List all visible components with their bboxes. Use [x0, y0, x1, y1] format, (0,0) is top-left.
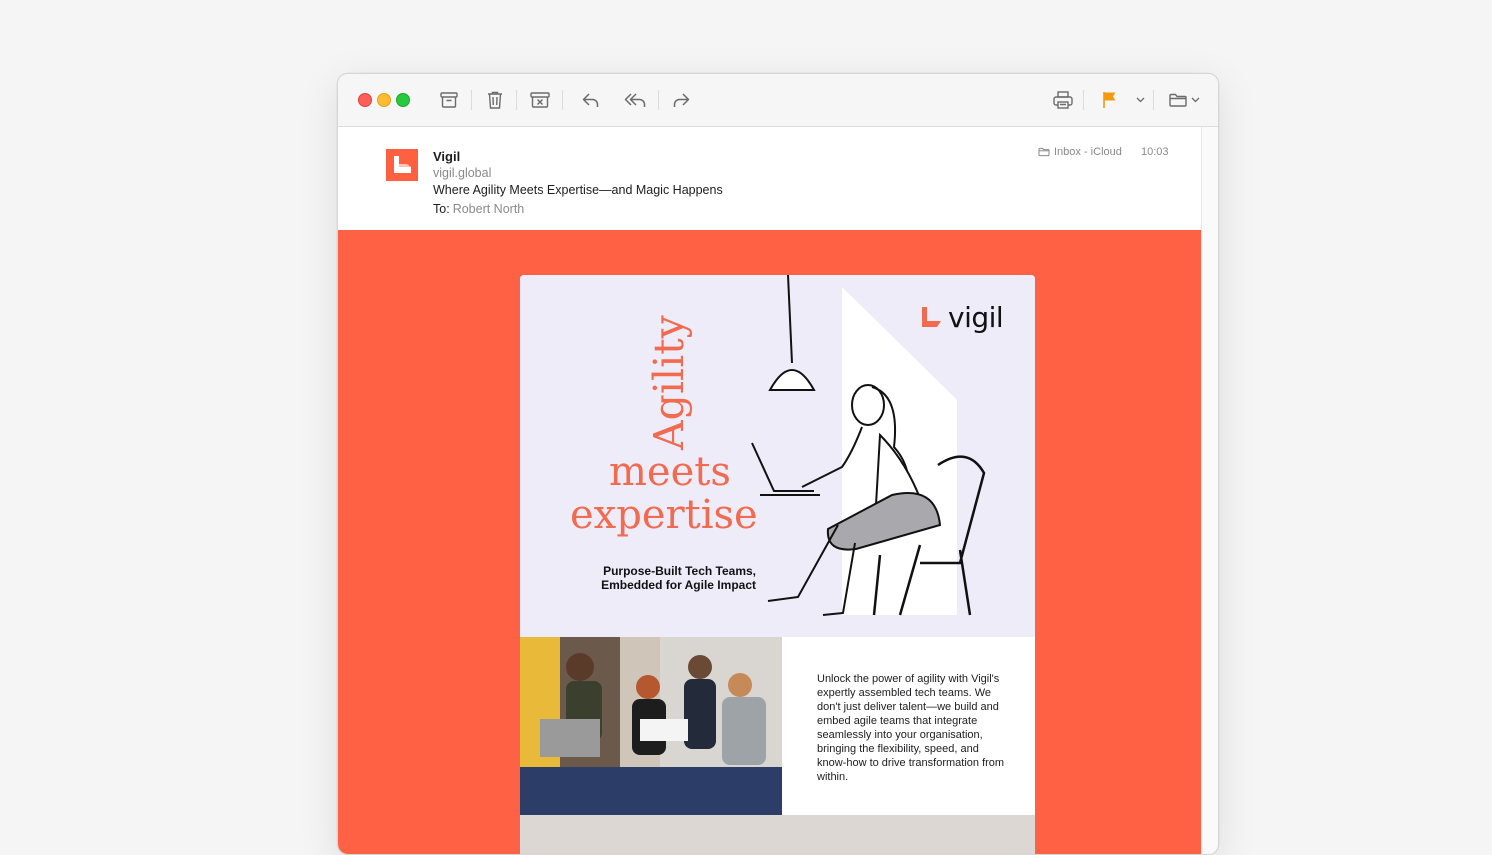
hero-banner: Agility meets expertise Purpose-Built Te… — [520, 275, 1035, 637]
vigil-mark-icon — [918, 305, 944, 331]
mailbox-location[interactable]: Inbox - iCloud — [1038, 146, 1122, 158]
archive-box-icon — [439, 91, 459, 109]
move-to-folder-button[interactable] — [1166, 87, 1202, 113]
team-photo — [520, 637, 782, 815]
headline-meets: meets — [609, 449, 731, 495]
chevron-down-icon — [1191, 97, 1200, 103]
team-meeting-photo — [520, 637, 782, 815]
tagline-line-2: Embedded for Agile Impact — [560, 578, 756, 592]
archive-button[interactable] — [436, 87, 462, 113]
next-section-strip — [520, 815, 1035, 855]
chevron-down-icon — [1136, 97, 1145, 103]
tagline-line-1: Purpose-Built Tech Teams, — [560, 564, 756, 578]
scrollbar[interactable] — [1201, 127, 1219, 855]
reply-all-arrow-icon — [623, 91, 649, 109]
forward-arrow-icon — [671, 91, 691, 109]
message-body: Agility meets expertise Purpose-Built Te… — [338, 230, 1201, 855]
sender-avatar — [386, 149, 418, 181]
mailbox-name: Inbox - iCloud — [1054, 146, 1122, 158]
zoom-window-button[interactable] — [396, 93, 410, 107]
newsletter-card: Agility meets expertise Purpose-Built Te… — [520, 275, 1035, 855]
reply-button[interactable] — [578, 87, 604, 113]
flag-menu-button[interactable] — [1134, 87, 1146, 113]
vigil-logo-icon — [386, 149, 418, 181]
junk-box-icon — [529, 91, 551, 109]
headline-expertise: expertise — [570, 492, 758, 538]
headline-agility: Agility — [645, 315, 693, 450]
junk-button[interactable] — [527, 87, 553, 113]
folder-icon — [1168, 92, 1188, 108]
reply-all-button[interactable] — [621, 87, 651, 113]
tagline: Purpose-Built Tech Teams, Embedded for A… — [560, 564, 756, 592]
trash-icon — [486, 90, 504, 110]
newsletter-description: Unlock the power of agility with Vigil's… — [817, 672, 1009, 784]
folder-icon — [1038, 147, 1050, 157]
recipient-name[interactable]: Robert North — [453, 202, 525, 216]
to-label: To: — [433, 202, 450, 216]
mail-window: Vigil vigil.global Where Agility Meets E… — [337, 73, 1219, 855]
message-header: Vigil vigil.global Where Agility Meets E… — [338, 127, 1201, 230]
delete-button[interactable] — [482, 87, 508, 113]
forward-button[interactable] — [668, 87, 694, 113]
printer-icon — [1052, 90, 1074, 110]
flag-icon — [1101, 90, 1119, 110]
sender-domain[interactable]: vigil.global — [433, 166, 491, 180]
sender-name: Vigil — [433, 149, 460, 164]
minimize-window-button[interactable] — [377, 93, 391, 107]
close-window-button[interactable] — [358, 93, 372, 107]
reply-arrow-icon — [581, 91, 601, 109]
toolbar — [338, 74, 1218, 127]
recipient-row: To:Robert North — [433, 202, 524, 216]
print-button[interactable] — [1050, 87, 1076, 113]
flag-button[interactable] — [1098, 87, 1122, 113]
vigil-logo-text: vigil — [948, 301, 1003, 334]
message-time: 10:03 — [1141, 146, 1169, 158]
vigil-logo: vigil — [918, 301, 1003, 334]
message-subject: Where Agility Meets Expertise—and Magic … — [433, 183, 723, 197]
